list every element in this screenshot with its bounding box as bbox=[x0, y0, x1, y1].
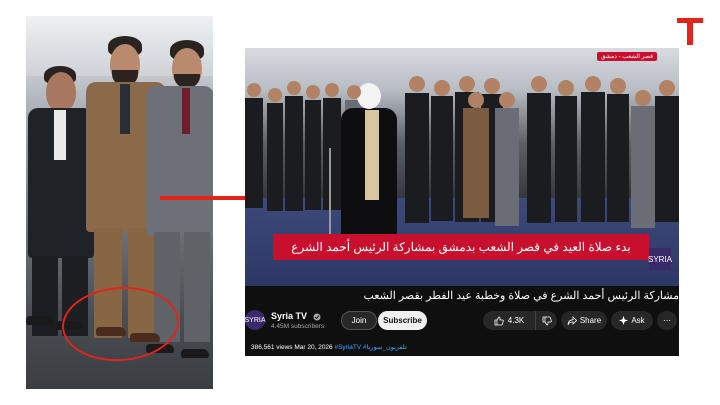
channel-badge: قصر الشعب - دمشق bbox=[596, 52, 657, 61]
views-date: 386,561 views Mar 20, 2026 bbox=[251, 344, 333, 351]
hashtags[interactable]: #SyriaTV #تلفزيون_سوريا bbox=[334, 344, 406, 351]
channel-avatar[interactable]: SYRIA bbox=[245, 310, 266, 330]
sparkle-icon bbox=[619, 316, 629, 325]
thumbs-down-icon bbox=[542, 316, 552, 325]
more-actions-button[interactable]: ⋯ bbox=[657, 311, 677, 330]
dislike-button[interactable] bbox=[535, 311, 557, 330]
channel-logo: SYRIA bbox=[648, 248, 672, 270]
share-icon bbox=[567, 315, 577, 325]
like-count: 4.3K bbox=[507, 316, 525, 325]
subscriber-count: 4.45M subscribers bbox=[271, 323, 325, 330]
join-button[interactable]: Join bbox=[341, 311, 377, 330]
video-meta: 386,561 views Mar 20, 2026 #SyriaTV #تلف… bbox=[251, 343, 407, 351]
ask-label: Ask bbox=[631, 316, 645, 325]
channel-name[interactable]: Syria TV bbox=[271, 311, 307, 321]
video-player[interactable]: قصر الشعب - دمشق بدء صلاة العيد في قصر ا… bbox=[245, 48, 679, 286]
video-title: مشاركة الرئيس أحمد الشرع في صلاة وخطبة ع… bbox=[363, 290, 679, 302]
thumbs-up-icon bbox=[494, 316, 504, 325]
shoe bbox=[26, 316, 54, 325]
brand-logo bbox=[677, 18, 703, 45]
ask-button[interactable]: Ask bbox=[611, 311, 653, 330]
like-button[interactable]: 4.3K bbox=[483, 311, 535, 330]
share-button[interactable]: Share bbox=[561, 311, 607, 330]
lower-third-caption: بدء صلاة العيد في قصر الشعب بدمشق بمشارك… bbox=[273, 234, 649, 260]
share-label: Share bbox=[579, 316, 602, 325]
youtube-panel: قصر الشعب - دمشق بدء صلاة العيد في قصر ا… bbox=[245, 48, 679, 356]
subscribe-button[interactable]: Subscribe bbox=[378, 311, 427, 330]
verified-check-icon bbox=[313, 313, 321, 321]
shoe bbox=[181, 349, 209, 358]
